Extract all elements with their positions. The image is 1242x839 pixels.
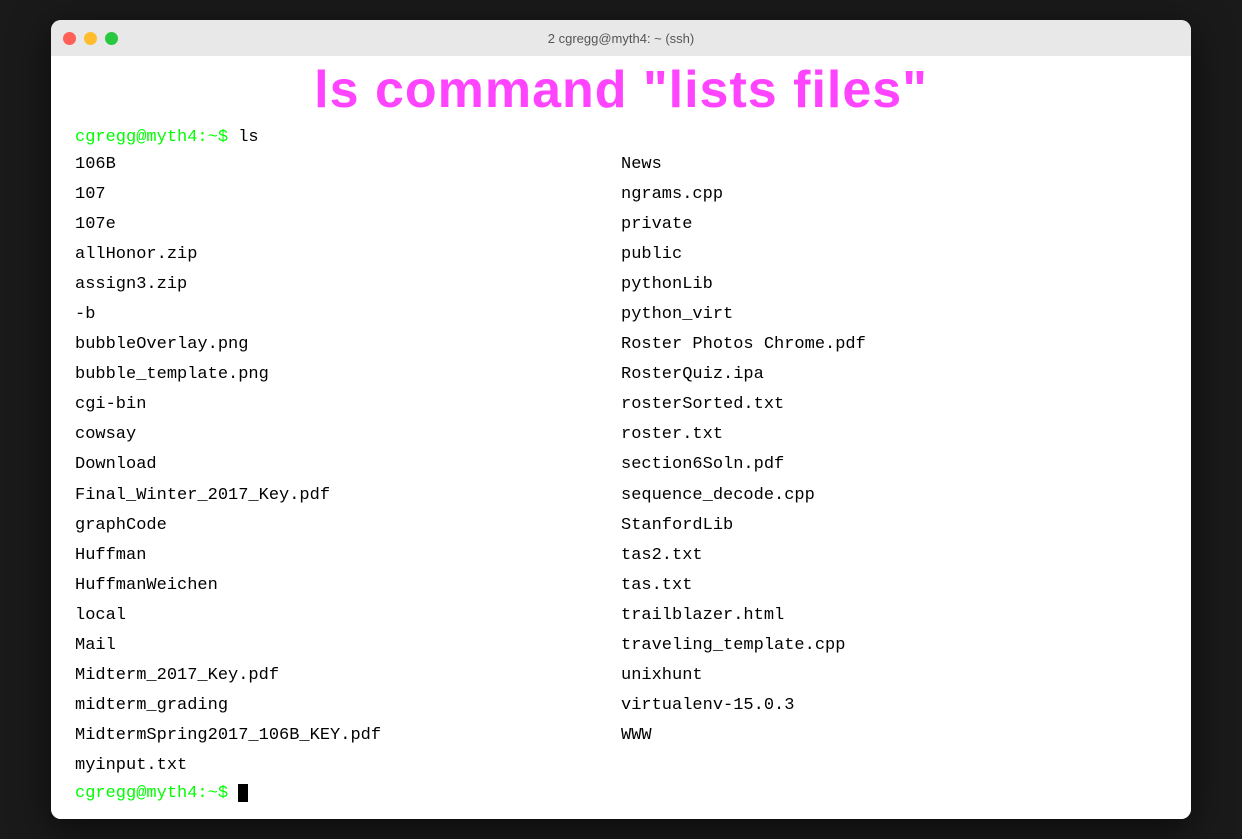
list-item: 107e bbox=[75, 211, 621, 239]
list-item: roster.txt bbox=[621, 421, 1167, 449]
list-item: graphCode bbox=[75, 512, 621, 540]
list-item: rosterSorted.txt bbox=[621, 391, 1167, 419]
list-item: Roster Photos Chrome.pdf bbox=[621, 331, 1167, 359]
list-item: MidtermSpring2017_106B_KEY.pdf bbox=[75, 722, 621, 750]
list-item: trailblazer.html bbox=[621, 602, 1167, 630]
file-column-1: 106B107107eallHonor.zipassign3.zip-bbubb… bbox=[75, 151, 621, 780]
titlebar: 2 cgregg@myth4: ~ (ssh) bbox=[51, 20, 1191, 56]
list-item: 107 bbox=[75, 181, 621, 209]
list-item: -b bbox=[75, 301, 621, 329]
list-item: cowsay bbox=[75, 421, 621, 449]
window-title: 2 cgregg@myth4: ~ (ssh) bbox=[548, 31, 695, 46]
list-item: unixhunt bbox=[621, 662, 1167, 690]
list-item: section6Soln.pdf bbox=[621, 451, 1167, 479]
list-item: StanfordLib bbox=[621, 512, 1167, 540]
list-item: public bbox=[621, 241, 1167, 269]
first-prompt-line: cgregg@myth4:~$ ls bbox=[75, 128, 1167, 147]
list-item: midterm_grading bbox=[75, 692, 621, 720]
list-item: sequence_decode.cpp bbox=[621, 482, 1167, 510]
prompt2: cgregg@myth4:~$ bbox=[75, 784, 228, 803]
list-item: private bbox=[621, 211, 1167, 239]
terminal-window: 2 cgregg@myth4: ~ (ssh) ls command "list… bbox=[51, 20, 1191, 819]
list-item: pythonLib bbox=[621, 271, 1167, 299]
list-item: 106B bbox=[75, 151, 621, 179]
list-item: Midterm_2017_Key.pdf bbox=[75, 662, 621, 690]
command-text: ls bbox=[228, 128, 259, 147]
maximize-button[interactable] bbox=[105, 32, 118, 45]
list-item: bubbleOverlay.png bbox=[75, 331, 621, 359]
file-column-2: Newsngrams.cppprivatepublicpythonLibpyth… bbox=[621, 151, 1167, 780]
list-item: RosterQuiz.ipa bbox=[621, 361, 1167, 389]
list-item: ngrams.cpp bbox=[621, 181, 1167, 209]
list-item: myinput.txt bbox=[75, 752, 621, 780]
file-list: 106B107107eallHonor.zipassign3.zip-bbubb… bbox=[75, 151, 1167, 780]
list-item: News bbox=[621, 151, 1167, 179]
list-item: WWW bbox=[621, 722, 1167, 750]
terminal-body: cgregg@myth4:~$ ls 106B107107eallHonor.z… bbox=[51, 56, 1191, 819]
list-item: cgi-bin bbox=[75, 391, 621, 419]
list-item: assign3.zip bbox=[75, 271, 621, 299]
minimize-button[interactable] bbox=[84, 32, 97, 45]
list-item: tas2.txt bbox=[621, 542, 1167, 570]
list-item: HuffmanWeichen bbox=[75, 572, 621, 600]
close-button[interactable] bbox=[63, 32, 76, 45]
list-item: allHonor.zip bbox=[75, 241, 621, 269]
list-item: Mail bbox=[75, 632, 621, 660]
cursor bbox=[238, 784, 248, 802]
list-item: local bbox=[75, 602, 621, 630]
list-item: Final_Winter_2017_Key.pdf bbox=[75, 482, 621, 510]
list-item: bubble_template.png bbox=[75, 361, 621, 389]
second-prompt-line: cgregg@myth4:~$ bbox=[75, 784, 1167, 803]
list-item: Download bbox=[75, 451, 621, 479]
list-item: traveling_template.cpp bbox=[621, 632, 1167, 660]
list-item: python_virt bbox=[621, 301, 1167, 329]
list-item: tas.txt bbox=[621, 572, 1167, 600]
traffic-lights bbox=[63, 32, 118, 45]
list-item: virtualenv-15.0.3 bbox=[621, 692, 1167, 720]
list-item: Huffman bbox=[75, 542, 621, 570]
prompt1: cgregg@myth4:~$ bbox=[75, 128, 228, 147]
